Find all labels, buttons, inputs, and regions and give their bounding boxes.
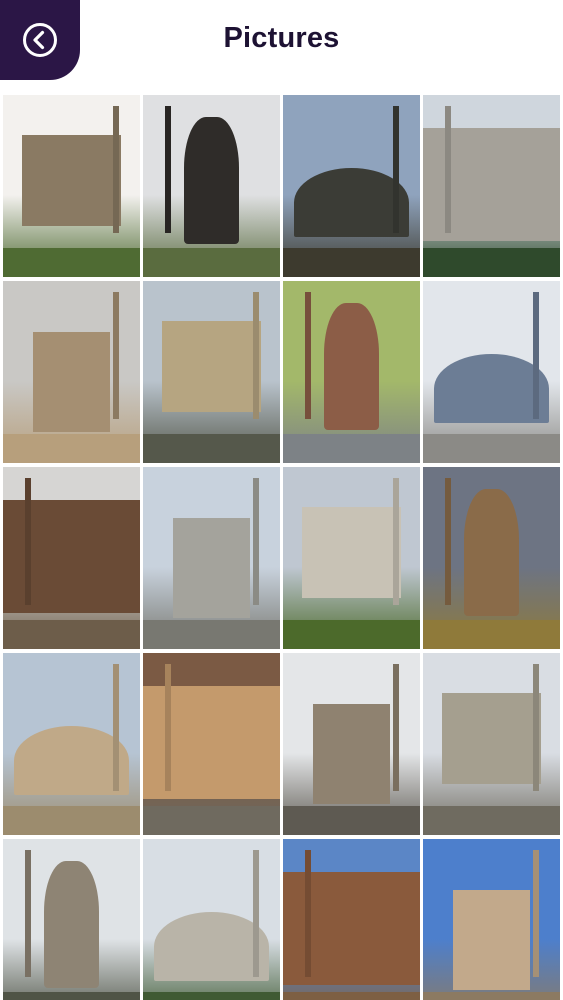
- photo-thumbnail-stone-tower[interactable]: [423, 653, 560, 835]
- photo-image: [143, 95, 280, 277]
- photo-image: [143, 467, 280, 649]
- photo-image: [143, 281, 280, 463]
- photo-grid: [0, 94, 563, 1000]
- photo-thumbnail-clock-tower-trees[interactable]: [3, 281, 140, 463]
- photo-thumbnail-ruined-wall-sunset[interactable]: [423, 467, 560, 649]
- photo-image: [283, 839, 420, 1000]
- photo-image: [143, 839, 280, 1000]
- photo-thumbnail-ornate-mosque-facade[interactable]: [423, 95, 560, 277]
- photo-image: [423, 839, 560, 1000]
- photo-image: [3, 281, 140, 463]
- photo-thumbnail-stone-bridge-river[interactable]: [143, 281, 280, 463]
- photo-image: [423, 653, 560, 835]
- photo-thumbnail-statue-monument[interactable]: [143, 95, 280, 277]
- photo-image: [283, 467, 420, 649]
- photo-thumbnail-covered-bazaar[interactable]: [143, 653, 280, 835]
- photo-thumbnail-mosque-courtyard-facade[interactable]: [143, 839, 280, 1000]
- photo-thumbnail-distant-minarets-view[interactable]: [283, 467, 420, 649]
- photo-image: [283, 281, 420, 463]
- app-header: Pictures: [0, 0, 563, 88]
- photo-thumbnail-arcade-domes-column[interactable]: [423, 839, 560, 1000]
- photo-thumbnail-arcade-courtyard[interactable]: [283, 281, 420, 463]
- photo-thumbnail-stone-house-garden[interactable]: [3, 95, 140, 277]
- photo-image: [3, 839, 140, 1000]
- photo-thumbnail-mosque-gate-flag[interactable]: [283, 653, 420, 835]
- page-title: Pictures: [223, 22, 340, 54]
- photo-image: [423, 281, 560, 463]
- photo-image: [3, 467, 140, 649]
- photo-image: [3, 95, 140, 277]
- photo-thumbnail-twin-minarets-dome[interactable]: [143, 467, 280, 649]
- photo-thumbnail-bronze-fountain[interactable]: [3, 467, 140, 649]
- photo-thumbnail-dome-minaret-blue-sky[interactable]: [283, 839, 420, 1000]
- photo-thumbnail-street-buildings[interactable]: [423, 281, 560, 463]
- photo-thumbnail-building-scaffolding[interactable]: [3, 653, 140, 835]
- photo-image: [143, 653, 280, 835]
- photo-image: [283, 653, 420, 835]
- photo-image: [423, 95, 560, 277]
- photo-image: [3, 653, 140, 835]
- photo-image: [423, 467, 560, 649]
- photo-thumbnail-mosque-minarets-cloudy[interactable]: [283, 95, 420, 277]
- photo-thumbnail-arched-bridge[interactable]: [3, 839, 140, 1000]
- photo-image: [283, 95, 420, 277]
